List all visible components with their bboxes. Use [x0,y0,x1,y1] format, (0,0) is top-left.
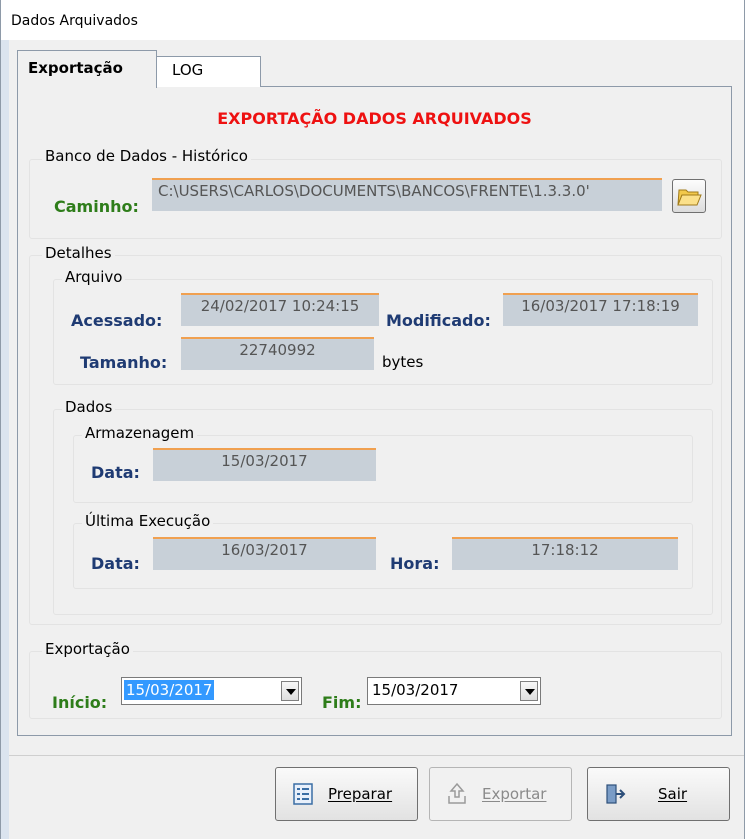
inicio-date-value: 15/03/2017 [124,680,215,700]
tab-exportacao-label: Exportação [28,59,123,77]
tab-log-label: LOG [172,61,204,79]
fim-date-value: 15/03/2017 [372,681,459,699]
folder-open-icon [677,189,702,206]
modificado-label: Modificado: [386,311,491,330]
tab-strip: Exportação LOG [17,50,731,88]
armazenagem-data-label: Data: [91,463,140,482]
chevron-down-icon[interactable] [520,681,538,701]
ultima-data-field: 16/03/2017 [153,537,376,570]
ultima-data-label: Data: [91,554,140,573]
acessado-field: 24/02/2017 10:24:15 [181,293,379,326]
caminho-label: Caminho: [54,197,139,216]
ultima-hora-label: Hora: [390,554,440,573]
group-title-ultima-execucao: Última Execução [82,512,214,530]
preparar-button[interactable]: Preparar [275,767,418,821]
group-title-banco: Banco de Dados - Histórico [42,147,251,165]
window-title: Dados Arquivados [1,0,744,40]
tab-log[interactable]: LOG [149,56,261,87]
tamanho-label: Tamanho: [80,353,168,372]
chevron-down-icon[interactable] [281,681,299,701]
exportar-button[interactable]: Exportar [429,767,572,821]
caminho-field[interactable]: C:\USERS\CARLOS\DOCUMENTS\BANCOS\FRENTE\… [152,178,662,211]
sair-button[interactable]: Sair [587,767,730,821]
group-title-arquivo: Arquivo [62,268,126,286]
ultima-hora-field: 17:18:12 [452,537,678,570]
tamanho-unit: bytes [382,353,424,371]
fim-date-picker[interactable]: 15/03/2017 [367,677,541,705]
dados-arquivados-window: Dados Arquivados Exportação LOG EXPORTAÇ… [0,0,745,839]
page-title: EXPORTAÇÃO DADOS ARQUIVADOS [217,109,532,128]
browse-folder-button[interactable] [672,179,706,213]
modificado-field: 16/03/2017 17:18:19 [503,293,698,326]
list-icon [293,783,313,805]
acessado-label: Acessado: [71,311,163,330]
fim-label: Fim: [322,693,362,712]
sair-label: Sair [658,785,688,803]
group-title-exportacao: Exportação [42,640,133,658]
tamanho-field: 22740992 [181,337,374,370]
group-title-detalhes: Detalhes [42,244,115,262]
preparar-label: Preparar [328,785,393,803]
export-icon [448,782,466,804]
tab-panel-exportacao: EXPORTAÇÃO DADOS ARQUIVADOS Banco de Dad… [17,86,732,736]
inicio-label: Início: [52,693,108,712]
armazenagem-data-field: 15/03/2017 [153,448,376,481]
exit-door-icon [606,784,626,804]
inicio-date-picker[interactable]: 15/03/2017 [121,677,302,705]
window-frame-left [1,40,9,839]
exportar-label: Exportar [482,785,547,803]
group-title-armazenagem: Armazenagem [82,424,198,442]
tab-exportacao[interactable]: Exportação [17,50,157,88]
group-title-dados: Dados [62,398,116,416]
